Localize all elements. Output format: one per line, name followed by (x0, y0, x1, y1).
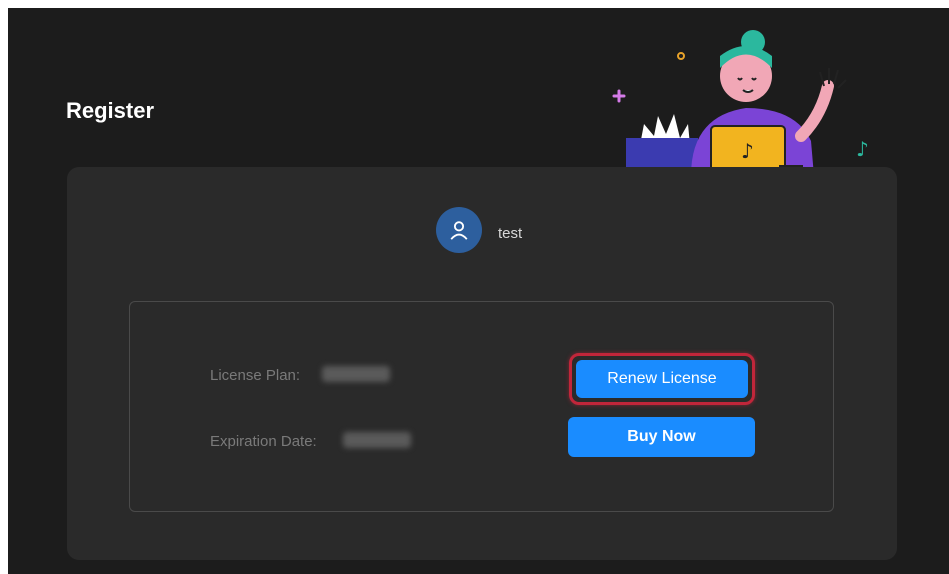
renew-license-button[interactable]: Renew License (576, 360, 748, 398)
license-plan-value (322, 366, 390, 382)
buy-now-button[interactable]: Buy Now (568, 417, 755, 457)
header-illustration: ♪ ♪ (612, 30, 869, 176)
svg-text:♪: ♪ (856, 137, 869, 161)
expiration-date-value (343, 432, 411, 448)
account-card: test License Plan: Expiration Date: Rene… (67, 167, 897, 560)
avatar (436, 207, 482, 253)
svg-text:♪: ♪ (741, 139, 754, 163)
license-plan-label: License Plan: (210, 367, 301, 384)
username: test (498, 225, 523, 242)
expiration-date-label: Expiration Date: (210, 433, 317, 450)
user-icon (450, 221, 468, 240)
license-panel: License Plan: Expiration Date: Renew Lic… (129, 301, 834, 512)
page-title: Register (66, 98, 155, 123)
app-window: Register ♪ ♪ test License Plan: Expirati… (8, 8, 949, 574)
